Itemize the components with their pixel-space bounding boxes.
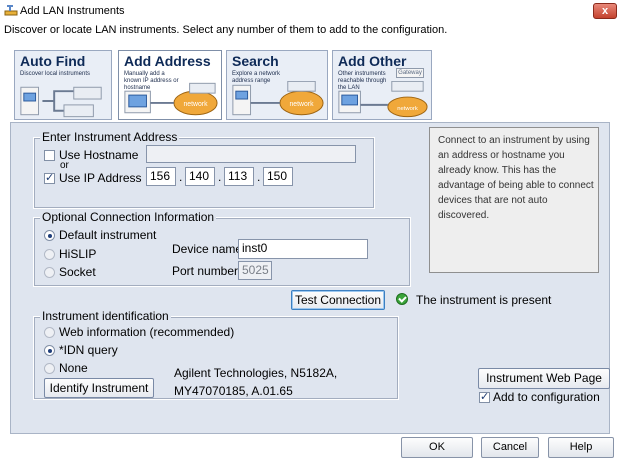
network-computer-icon [20,86,102,118]
network-icon: network [124,82,218,116]
help-button[interactable]: Help [548,437,614,458]
lan-instrument-icon [4,5,18,16]
connection-status-text: The instrument is present [416,293,552,307]
socket-label: Socket [59,265,96,279]
idn-query-label: *IDN query [59,343,118,357]
group-label: Optional Connection Information [40,210,217,224]
tab-search[interactable]: Search Explore a network address range n… [226,50,328,120]
tab-title: Add Other [338,53,407,69]
use-hostname-checkbox[interactable] [44,150,55,161]
connection-group: Optional Connection Information Default … [33,210,411,287]
identification-group: Instrument identification Web informatio… [33,309,399,400]
ip-octet-4-input[interactable]: 150 [263,167,293,186]
tab-description: Discover local instruments [20,71,91,77]
network-badge-label: network [183,101,208,108]
hislip-label: HiSLIP [59,247,97,261]
ip-octet-1-input[interactable]: 156 [146,167,176,186]
identify-instrument-button[interactable]: Identify Instrument [44,378,154,398]
title-bar: Add LAN Instruments x [0,0,621,22]
add-to-configuration-checkbox[interactable] [479,390,490,403]
radio-default-instrument[interactable] [44,230,55,241]
network-badge-label: network [397,106,418,112]
use-ip-address-label: Use IP Address [59,171,142,185]
tab-add-address[interactable]: Add Address Manually add a known IP addr… [118,50,222,120]
main-panel: Enter Instrument Address Use Hostname or… [10,122,610,434]
add-to-configuration-label: Add to configuration [493,390,600,404]
cancel-button[interactable]: Cancel [481,437,539,458]
window-subtitle: Discover or locate LAN instruments. Sele… [4,24,448,36]
ip-dot: . [179,170,183,184]
window-title: Add LAN Instruments [20,5,125,17]
close-button[interactable]: x [593,3,617,19]
port-number-label: Port number: [172,264,242,278]
use-hostname-label: Use Hostname [59,148,139,162]
network-icon: network [232,81,324,116]
help-description: Connect to an instrument by using an add… [429,127,599,273]
group-label: Enter Instrument Address [40,130,180,144]
instrument-web-page-button[interactable]: Instrument Web Page [478,368,610,389]
tab-title: Add Address [124,53,211,69]
device-name-input[interactable]: inst0 [238,239,368,259]
tab-auto-find[interactable]: Auto Find Discover local instruments [14,50,112,120]
default-instrument-label: Default instrument [59,228,157,242]
ok-button[interactable]: OK [401,437,473,458]
tab-title: Auto Find [20,53,86,69]
ip-dot: . [257,170,261,184]
port-number-input[interactable]: 5025 [238,261,272,280]
or-label: or [60,160,69,171]
identification-result-line-1: Agilent Technologies, N5182A, [174,366,338,380]
tab-add-other[interactable]: Add Other Other instruments reachable th… [332,50,432,120]
check-icon [396,293,408,305]
ip-octet-2-input[interactable]: 140 [185,167,215,186]
group-label: Instrument identification [40,309,171,323]
none-label: None [59,361,88,375]
gateway-label: Gateway [396,68,424,78]
web-information-label: Web information (recommended) [59,325,235,339]
test-connection-button[interactable]: Test Connection [291,290,385,310]
radio-web-information[interactable] [44,327,55,338]
ip-dot: . [218,170,222,184]
identification-result-line-2: MY47070185, A.01.65 [174,384,293,398]
network-icon: network [338,81,428,118]
tab-strip: Auto Find Discover local instruments Add… [10,48,610,122]
address-group: Enter Instrument Address Use Hostname or… [33,130,375,209]
ip-octet-3-input[interactable]: 113 [224,167,254,186]
radio-socket[interactable] [44,267,55,278]
use-ip-address-checkbox[interactable] [44,171,55,184]
device-name-label: Device name: [172,242,246,256]
radio-none[interactable] [44,363,55,374]
radio-idn-query[interactable] [44,345,55,356]
network-badge-label: network [289,101,314,108]
tab-title: Search [232,53,279,69]
hostname-input[interactable] [146,145,356,163]
radio-hislip[interactable] [44,249,55,260]
